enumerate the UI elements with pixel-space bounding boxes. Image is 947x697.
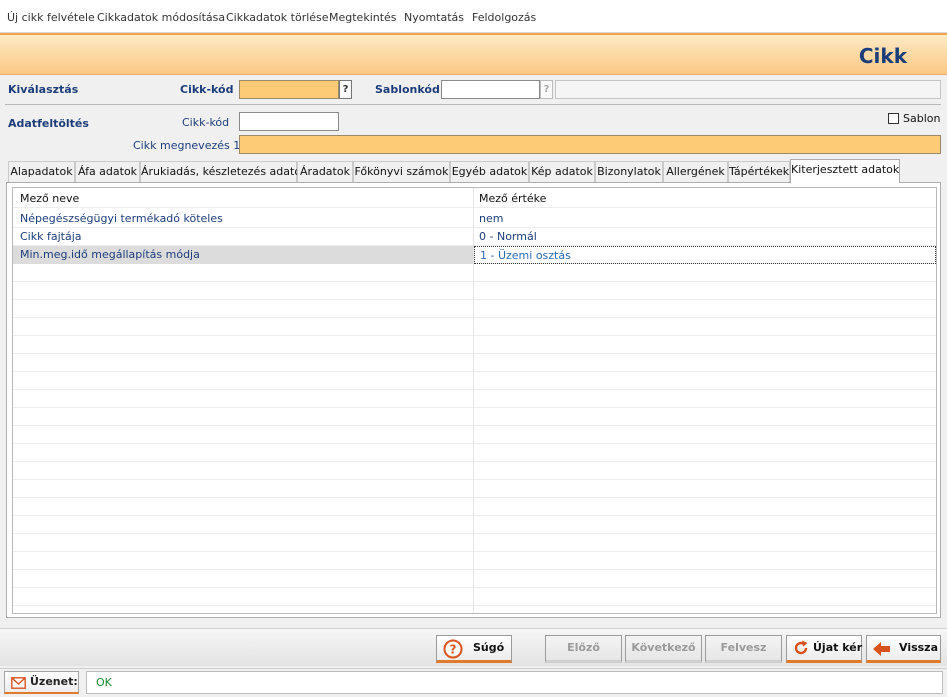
empty-grid-row (13, 318, 936, 336)
selection-code-lookup-button[interactable]: ? (339, 80, 352, 99)
empty-grid-row (13, 606, 936, 613)
tab-kiterjesztett-adatok[interactable]: Kiterjesztett adatok (790, 159, 900, 183)
menu-item-delete[interactable]: Cikkadatok törlése (226, 11, 329, 24)
upload-section-label: Adatfeltöltés (8, 117, 89, 130)
tab-allergenek[interactable]: Allergének (663, 161, 728, 182)
empty-grid-row (13, 516, 936, 534)
table-row-selected[interactable]: Min.meg.idő megállapítás módja 1 - Üzemi… (13, 246, 936, 264)
table-row[interactable]: Cikk fajtája 0 - Normál (13, 228, 936, 246)
template-checkbox[interactable] (888, 113, 899, 124)
tab-fokonyvi-szamok[interactable]: Főkönyvi számok (353, 161, 450, 182)
empty-grid-row (13, 570, 936, 588)
empty-grid-row (13, 408, 936, 426)
field-value-cell[interactable]: 0 - Normál (474, 228, 936, 246)
new-request-button-label: Újat kér (813, 641, 863, 654)
selection-section-label: Kiválasztás (8, 83, 79, 96)
arrow-left-icon (873, 641, 891, 665)
empty-grid-row (13, 426, 936, 444)
back-button-label: Vissza (899, 641, 939, 654)
table-row[interactable]: Népegészségügyi termékadó köteles nem (13, 210, 936, 228)
page-header: Cikk (0, 33, 947, 75)
help-button[interactable]: ? Súgó (436, 635, 512, 663)
template-code-lookup-button[interactable]: ? (540, 80, 553, 99)
message-button[interactable]: Üzenet: (4, 671, 79, 694)
help-icon: ? (443, 639, 463, 668)
menu-bar: Új cikk felvétele Cikkadatok módosítása … (0, 0, 947, 33)
status-message: OK (86, 671, 943, 694)
svg-text:?: ? (450, 643, 457, 657)
upload-code-input[interactable] (239, 112, 339, 131)
tab-afa-adatok[interactable]: Áfa adatok (75, 161, 140, 182)
empty-grid-row (13, 354, 936, 372)
empty-grid-row (13, 588, 936, 606)
template-code-input[interactable] (441, 80, 540, 99)
menu-item-new-article[interactable]: Új cikk felvétele (7, 11, 95, 24)
empty-grid-row (13, 282, 936, 300)
menu-item-modify[interactable]: Cikkadatok módosítása (97, 11, 225, 24)
empty-grid-row (13, 336, 936, 354)
section-divider (5, 104, 941, 105)
save-button[interactable]: Felvesz (705, 635, 782, 663)
article-name-label: Cikk megnevezés 1 (133, 139, 241, 152)
back-button[interactable]: Vissza (866, 635, 941, 663)
page-title: Cikk (858, 44, 907, 68)
tab-aradatok[interactable]: Áradatok (297, 161, 353, 182)
empty-grid-row (13, 480, 936, 498)
field-name-cell: Népegészségügyi termékadó köteles (20, 212, 223, 225)
column-header-field-name[interactable]: Mező neve (13, 190, 473, 208)
envelope-icon (11, 676, 26, 696)
template-code-label: Sablonkód (375, 83, 440, 96)
empty-grid-row (13, 498, 936, 516)
menu-item-print[interactable]: Nyomtatás (404, 11, 464, 24)
selection-code-input[interactable] (239, 80, 339, 99)
upload-code-label: Cikk-kód (182, 116, 230, 129)
help-button-label: Súgó (473, 641, 505, 654)
template-checkbox-label: Sablon (903, 112, 941, 125)
empty-grid-row (13, 534, 936, 552)
empty-grid-row (13, 552, 936, 570)
save-button-label: Felvesz (720, 641, 767, 654)
column-header-field-value[interactable]: Mező értéke (474, 190, 936, 208)
empty-grid-row (13, 390, 936, 408)
tab-bizonylatok[interactable]: Bizonylatok (595, 161, 663, 182)
prev-button-label: Előző (567, 641, 600, 654)
tab-tapertekek[interactable]: Tápértékek (728, 161, 790, 182)
refresh-icon (792, 639, 810, 666)
empty-grid-row (13, 462, 936, 480)
tab-egyeb-adatok[interactable]: Egyéb adatok (450, 161, 529, 182)
empty-grid-row (13, 300, 936, 318)
tab-kep-adatok[interactable]: Kép adatok (529, 161, 595, 182)
message-button-label: Üzenet: (30, 675, 78, 688)
empty-grid-row (13, 264, 936, 282)
field-value-cell-focused[interactable]: 1 - Üzemi osztás (474, 246, 936, 264)
menu-item-process[interactable]: Feldolgozás (472, 11, 536, 24)
prev-button[interactable]: Előző (545, 635, 622, 663)
article-name-input[interactable] (239, 135, 941, 154)
field-name-cell: Min.meg.idő megállapítás módja (13, 246, 473, 264)
empty-grid-row (13, 444, 936, 462)
empty-grid-row (13, 372, 936, 390)
menu-item-view[interactable]: Megtekintés (329, 11, 397, 24)
next-button-label: Következő (631, 641, 696, 654)
tab-arukiadas[interactable]: Árukiadás, készletezés adatok (140, 161, 307, 182)
field-name-cell: Cikk fajtája (20, 230, 82, 243)
next-button[interactable]: Következő (625, 635, 702, 663)
extended-data-grid[interactable]: Mező neve Mező értéke Népegészségügyi te… (12, 187, 937, 614)
selection-code-label: Cikk-kód (180, 83, 234, 96)
template-description-field (555, 80, 941, 99)
field-value-cell[interactable]: nem (474, 210, 936, 228)
grid-header-row: Mező neve Mező értéke (13, 190, 936, 208)
tab-alapadatok[interactable]: Alapadatok (8, 161, 75, 182)
new-request-button[interactable]: Újat kér (786, 635, 862, 663)
